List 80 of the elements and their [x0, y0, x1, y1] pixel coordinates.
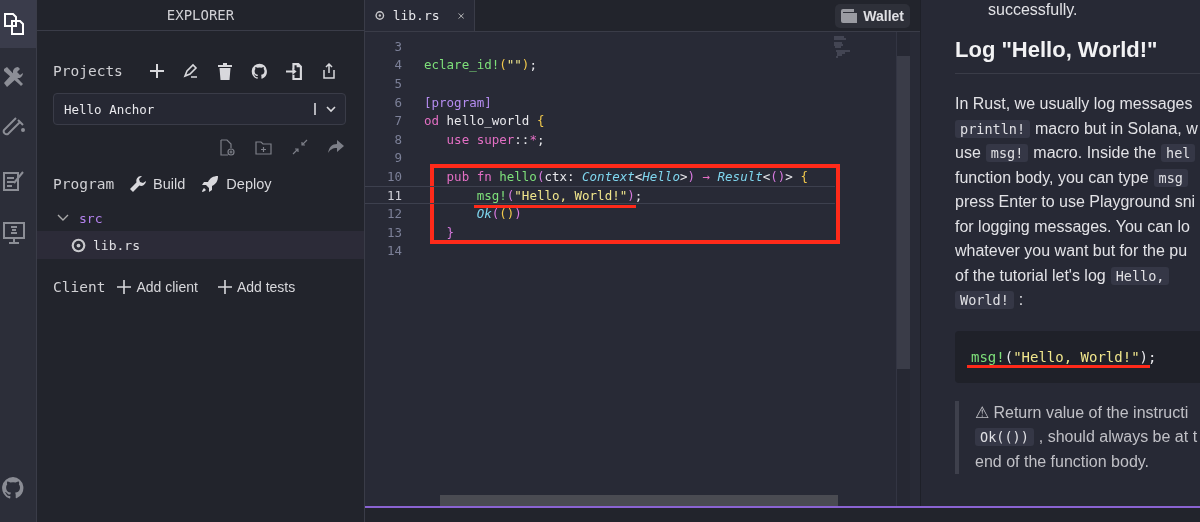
trash-icon[interactable]: [216, 62, 233, 80]
line-number: 5: [393, 76, 402, 91]
paragraph-text: use: [955, 144, 981, 163]
code-line: msg!("Hello, World!");: [475, 187, 643, 203]
inline-code: msg: [1153, 168, 1188, 187]
inline-code: Hello,: [1110, 266, 1170, 285]
note-text: ⚠ Return value of the instructi: [975, 403, 1189, 423]
wallet-button[interactable]: Wallet: [835, 4, 910, 28]
plus-icon: [117, 280, 132, 294]
paragraph-text: whatever you want but for the pu: [955, 242, 1188, 261]
code-block: msg!("Hello, World!");: [955, 330, 1200, 383]
forward-arrow-icon[interactable]: [328, 140, 344, 154]
project-select[interactable]: Hello Anchor: [53, 93, 346, 125]
code-line: pub fn hello(ctx: Context<Hello>) → Result<()> {: [445, 168, 808, 184]
line-number: 10: [385, 168, 402, 184]
activity-bar-item[interactable]: [0, 0, 36, 48]
line-number: 3: [393, 38, 402, 54]
paragraph-text: press Enter to use Playground sni: [955, 193, 1196, 212]
collapse-icon[interactable]: [292, 139, 308, 155]
files-icon: [2, 12, 26, 36]
code-line: od hello_world {: [424, 113, 545, 129]
folder-item[interactable]: src: [37, 205, 364, 231]
note-text: end of the function body.: [975, 452, 1150, 471]
paragraph-text: macro but in Solana, w: [1035, 119, 1198, 138]
line-number: 13: [385, 224, 402, 240]
line-number: 8: [393, 131, 402, 147]
section-label: Program: [53, 176, 115, 192]
paragraph-text: of the tutorial let's log: [955, 266, 1106, 285]
code-line: eclare_id!("");: [424, 57, 537, 73]
file-item[interactable]: lib.rs: [37, 231, 364, 259]
line-number: 6: [393, 94, 402, 110]
notes-icon: [2, 169, 26, 193]
line-number: 12: [385, 206, 402, 222]
tools-icon: [2, 65, 26, 89]
inline-code: hel: [1161, 144, 1196, 163]
section-label: Client: [53, 279, 106, 295]
inline-code: World!: [955, 291, 1014, 310]
close-icon[interactable]: [457, 10, 464, 21]
pencil-icon[interactable]: [182, 63, 199, 79]
plus-icon: [217, 280, 232, 294]
code-line: Ok(()): [475, 206, 522, 222]
paragraph-text: macro. Inside the: [1033, 144, 1157, 163]
code-line: [program]: [424, 94, 492, 110]
build-button[interactable]: Build: [130, 176, 186, 192]
paragraph-text: In Rust, we usually log messages: [955, 95, 1193, 114]
inline-code: println!: [955, 119, 1031, 138]
paragraph-text: function body, you can type: [955, 168, 1149, 187]
line-number: 14: [385, 243, 402, 259]
line-number: 11: [385, 187, 402, 203]
paragraph-text: for logging messages. You can lo: [955, 217, 1190, 236]
paragraph-text: :: [1018, 291, 1024, 310]
inline-code: Ok(()): [975, 428, 1034, 447]
line-number: 4: [393, 57, 402, 73]
new-folder-icon[interactable]: [255, 139, 272, 155]
file-import-icon[interactable]: [285, 62, 303, 80]
share-icon[interactable]: [320, 63, 337, 79]
add-client-button[interactable]: Add client: [117, 279, 198, 295]
code-line: }: [445, 224, 455, 240]
wrench-icon: [130, 176, 147, 192]
plus-icon[interactable]: [148, 63, 165, 79]
add-tests-button[interactable]: Add tests: [217, 279, 296, 295]
wallet-icon: [841, 9, 858, 23]
github-icon[interactable]: [250, 62, 268, 80]
paragraph-text: successfully.: [988, 2, 1078, 18]
line-number: 7: [393, 113, 402, 129]
monitor-icon: [2, 221, 26, 245]
new-file-icon[interactable]: [219, 138, 235, 156]
section-heading: Log "Hello, World!": [955, 37, 1200, 74]
vertical-scrollbar[interactable]: [896, 32, 910, 506]
code-line: use super::*;: [445, 131, 545, 147]
chevron-icon: [57, 214, 69, 222]
deploy-button[interactable]: Deploy: [201, 175, 272, 193]
horizontal-scrollbar[interactable]: [440, 495, 838, 507]
inline-code: msg!: [985, 144, 1029, 163]
editor-tab[interactable]: lib.rs: [365, 0, 475, 31]
rocket-icon: [201, 175, 220, 193]
line-number: 9: [393, 150, 402, 166]
section-label: Projects: [53, 63, 123, 79]
note-text: , should always be at t: [1038, 428, 1198, 447]
explorer-title: EXPLORER: [37, 0, 364, 31]
